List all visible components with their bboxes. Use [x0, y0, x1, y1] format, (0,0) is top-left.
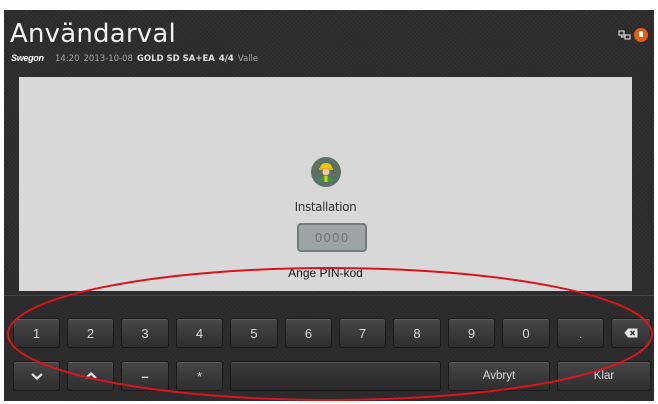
space-key[interactable]	[230, 361, 441, 391]
backspace-icon	[624, 328, 638, 338]
status-icons	[618, 28, 648, 42]
status-time: 14:20	[55, 54, 80, 64]
arrow-up-key[interactable]	[67, 361, 114, 391]
key-0[interactable]: 0	[502, 318, 550, 348]
user-name-label: Installation	[294, 200, 357, 214]
status-date: 2013-10-08	[83, 54, 133, 64]
key-star[interactable]: *	[176, 361, 223, 391]
login-panel: Installation Ange PIN-kod	[19, 77, 632, 291]
key-8[interactable]: 8	[393, 318, 441, 348]
key-9[interactable]: 9	[448, 318, 495, 348]
key-4[interactable]: 4	[176, 318, 223, 348]
cancel-button[interactable]: Avbryt	[448, 361, 550, 391]
page-title: Användarval	[10, 19, 176, 49]
status-unit: GOLD SD SA+EA	[136, 54, 215, 64]
key-5[interactable]: 5	[230, 318, 278, 348]
key-minus[interactable]: –	[121, 361, 169, 391]
status-user: Valle	[237, 54, 259, 64]
network-icon	[618, 30, 631, 40]
pin-prompt: Ange PIN-kod	[288, 266, 363, 280]
alarm-icon[interactable]	[634, 28, 648, 42]
arrow-down-key[interactable]	[13, 361, 60, 391]
key-6[interactable]: 6	[285, 318, 332, 348]
arrow-down-icon	[30, 373, 43, 380]
user-avatar-icon[interactable]	[311, 157, 341, 187]
status-bar: 14:20 2013-10-08 GOLD SD SA+EA 4/4 Valle	[55, 54, 258, 64]
key-3[interactable]: 3	[121, 318, 169, 348]
status-pages: 4/4	[218, 54, 234, 64]
backspace-button[interactable]	[611, 318, 651, 348]
arrow-up-icon	[84, 372, 97, 379]
brand-logo: Swegon	[11, 53, 44, 63]
key-7[interactable]: 7	[339, 318, 386, 348]
key-period[interactable]: .	[557, 318, 604, 348]
key-1[interactable]: 1	[13, 318, 60, 348]
pin-input[interactable]	[297, 223, 367, 252]
onscreen-keyboard: 1 2 3 4 5 6 7 8 9 0 . – * Avbryt Klar	[4, 295, 654, 401]
done-button[interactable]: Klar	[557, 361, 651, 391]
key-2[interactable]: 2	[67, 318, 114, 348]
